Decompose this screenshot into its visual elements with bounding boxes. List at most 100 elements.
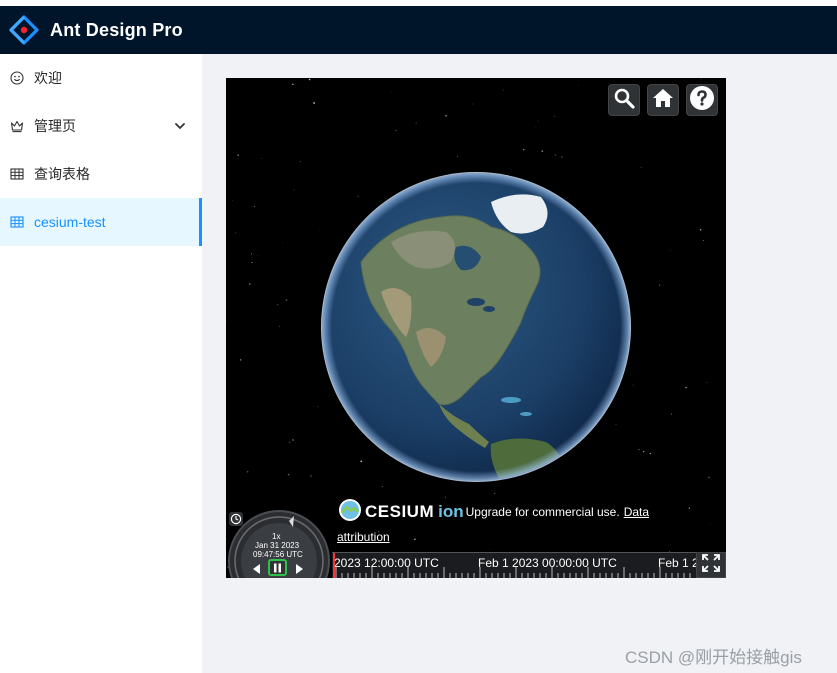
star (554, 115, 556, 117)
sidebar-item-label: 查询表格 (34, 166, 90, 182)
star (292, 439, 294, 441)
star (685, 386, 687, 389)
star (310, 475, 312, 477)
star (688, 507, 691, 509)
table-icon (10, 167, 24, 181)
chevron-down-icon[interactable] (174, 119, 186, 135)
timeline-ticks (335, 567, 691, 578)
star (709, 524, 711, 526)
star (541, 150, 544, 153)
star (261, 158, 262, 159)
star (226, 321, 227, 323)
watermark-text: CSDN @刚开始接触gis (625, 648, 802, 667)
star (703, 239, 705, 242)
animation-date: Jan 31 2023 (255, 541, 300, 550)
star (282, 241, 283, 243)
star (445, 114, 447, 117)
sidebar-item-query-table[interactable]: 查询表格 (0, 150, 202, 198)
app-header: Ant Design Pro (0, 6, 837, 54)
star (293, 189, 295, 191)
star (672, 361, 674, 363)
star (276, 303, 279, 306)
star (288, 441, 291, 444)
star (493, 492, 496, 495)
star (472, 103, 474, 105)
star (670, 413, 672, 415)
star (251, 253, 252, 255)
play-reverse-button[interactable] (251, 562, 261, 578)
fullscreen-button[interactable] (696, 552, 726, 578)
star (456, 155, 458, 157)
smile-icon (10, 71, 24, 85)
star (313, 102, 315, 104)
clock-icon[interactable] (229, 512, 243, 526)
sidebar-item-welcome[interactable]: 欢迎 (0, 54, 202, 102)
data-attribution-link[interactable]: Data (624, 505, 649, 519)
star (299, 161, 301, 163)
search-icon (613, 87, 635, 114)
star (489, 549, 491, 550)
star (700, 78, 702, 80)
star (310, 96, 311, 97)
star (638, 449, 640, 451)
attribution-link[interactable]: attribution (337, 530, 390, 544)
star (257, 255, 259, 257)
crown-icon (10, 119, 24, 133)
star (535, 127, 537, 128)
animation-speed: 1x (272, 532, 281, 541)
home-button[interactable] (647, 84, 679, 116)
sidebar-item-label: 欢迎 (34, 70, 62, 86)
star (279, 325, 281, 327)
star (659, 284, 661, 286)
star (649, 452, 651, 455)
star (554, 154, 557, 156)
star (502, 89, 504, 91)
table-icon (10, 215, 24, 229)
star (537, 120, 539, 122)
star (308, 78, 311, 81)
navigation-help-button[interactable] (686, 84, 718, 116)
pause-button[interactable] (268, 559, 287, 576)
ion-brand-text: ion (438, 501, 464, 521)
fullscreen-icon (701, 553, 721, 578)
upgrade-text: Upgrade for commercial use. (465, 504, 620, 519)
sidebar-item-label: cesium-test (34, 214, 106, 230)
timeline[interactable]: 2023 12:00:00 UTC Feb 1 2023 00:00:00 UT… (332, 552, 696, 578)
star (292, 83, 294, 86)
sidebar: 欢迎 管理页 查询表格 cesium-test (0, 54, 202, 673)
sidebar-item-admin[interactable]: 管理页 (0, 102, 202, 150)
star (642, 450, 645, 453)
star (699, 228, 702, 231)
star (253, 205, 255, 207)
star (706, 382, 708, 384)
play-forward-button[interactable] (295, 562, 305, 578)
star (632, 384, 634, 386)
star (561, 156, 563, 158)
timeline-needle[interactable] (333, 553, 335, 578)
star (317, 406, 319, 408)
help-icon (689, 85, 715, 116)
star (287, 473, 290, 476)
cesium-viewer[interactable]: CESIUM ion Upgrade for commercial use. D… (226, 78, 726, 578)
star (381, 485, 383, 488)
app-title[interactable]: Ant Design Pro (50, 20, 183, 41)
geocoder-search-button[interactable] (608, 84, 640, 116)
star (240, 359, 242, 361)
credit-container: CESIUM ion Upgrade for commercial use. D… (338, 498, 649, 525)
star (246, 470, 249, 473)
cesium-logo-icon[interactable] (338, 498, 362, 525)
star (640, 166, 642, 168)
sidebar-item-label: 管理页 (34, 118, 76, 134)
earth-globe[interactable] (321, 172, 631, 482)
star (578, 85, 579, 86)
sidebar-item-cesium-test[interactable]: cesium-test (0, 198, 202, 246)
cesium-brand-text: CESIUM (365, 501, 435, 521)
animation-widget[interactable]: 1x Jan 31 2023 09:47:56 UTC (226, 508, 332, 578)
star (523, 149, 525, 151)
animation-time: 09:47:56 UTC (253, 550, 303, 559)
star (266, 149, 268, 151)
ant-design-logo[interactable] (9, 15, 39, 45)
star (395, 129, 397, 132)
star (414, 538, 416, 540)
star (708, 476, 710, 479)
